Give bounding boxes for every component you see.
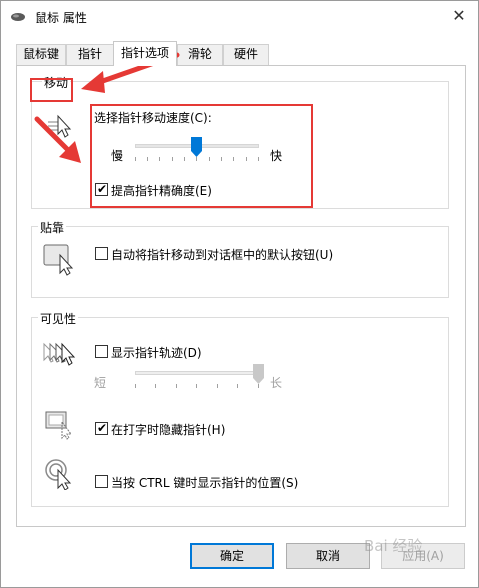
title-bar: 鼠标 属性 ✕: [1, 1, 478, 32]
visibility-group-heading: 可见性: [38, 310, 79, 327]
tab-label: 硬件: [233, 47, 258, 61]
cancel-button[interactable]: 取消: [286, 543, 370, 569]
snap-group-heading: 贴靠: [38, 219, 67, 236]
tab-wheel[interactable]: 滑轮: [177, 44, 223, 65]
speed-settings-highlight: [90, 104, 313, 208]
mouse-icon: [11, 13, 25, 21]
hide-while-typing-label: 在打字时隐藏指针(H): [111, 423, 226, 437]
close-button[interactable]: ✕: [448, 6, 470, 26]
snap-to-button-icon: [43, 244, 74, 276]
long-label: 长: [270, 376, 283, 390]
window-title: 鼠标 属性: [35, 11, 87, 25]
tab-hardware[interactable]: 硬件: [223, 44, 269, 65]
pointer-trails-icon: [43, 342, 76, 366]
visibility-group: 可见性 显示指针轨迹(D) 短 长 ✔ 在打字时隐藏指针(H) 当按 CTRL …: [31, 310, 449, 507]
snap-checkbox[interactable]: [95, 247, 108, 260]
watermark-text: Bai 经验: [364, 537, 423, 555]
hide-while-typing-checkbox[interactable]: ✔: [95, 421, 108, 435]
trails-slider-thumb[interactable]: [252, 364, 264, 384]
snap-group: 贴靠 自动将指针移动到对话框中的默认按钮(U): [31, 219, 449, 298]
snap-label: 自动将指针移动到对话框中的默认按钮(U): [111, 248, 334, 262]
tab-label: 指针选项: [120, 46, 169, 60]
tab-pointer-options[interactable]: 指针选项: [113, 41, 177, 66]
trails-slider-ticks: [135, 384, 259, 389]
ctrl-locate-label: 当按 CTRL 键时显示指针的位置(S): [111, 476, 299, 490]
tab-strip: 鼠标键 指针 指针选项 滑轮 硬件: [16, 41, 466, 66]
close-icon: ✕: [452, 6, 466, 25]
trails-label: 显示指针轨迹(D): [111, 346, 202, 360]
hide-pointer-icon: [45, 411, 72, 440]
tab-buttons[interactable]: 鼠标键: [16, 44, 66, 65]
trails-checkbox[interactable]: [95, 345, 108, 358]
ok-button[interactable]: 确定: [190, 543, 274, 569]
short-label: 短: [94, 376, 107, 390]
trails-slider-track[interactable]: [135, 371, 259, 375]
tab-label: 鼠标键: [22, 47, 59, 61]
mouse-properties-dialog: 鼠标 属性 ✕ 鼠标键 指针 指针选项 滑轮 硬件 移动 选择指针移动速度(C)…: [0, 0, 479, 588]
tab-label: 指针: [77, 47, 102, 61]
checkmark-icon: ✔: [97, 421, 108, 435]
locate-pointer-icon: [45, 459, 72, 490]
motion-heading-highlight: [30, 78, 73, 102]
ctrl-locate-checkbox[interactable]: [95, 475, 108, 488]
tab-label: 滑轮: [187, 47, 212, 61]
pointer-speed-icon: [48, 114, 72, 138]
tab-pointers[interactable]: 指针: [66, 44, 114, 65]
